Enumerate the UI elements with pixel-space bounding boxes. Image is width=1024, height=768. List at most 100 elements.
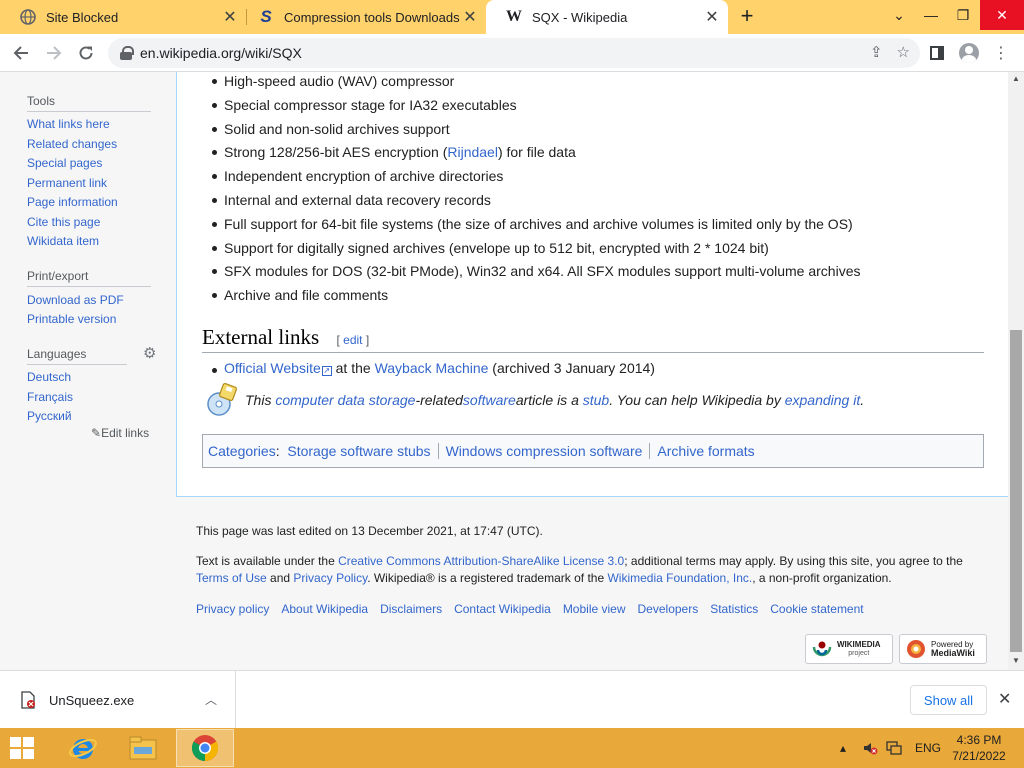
sidebar-link-wikidata-item[interactable]: Wikidata item [27, 234, 99, 248]
category-links: Categories: Storage software stubs Windo… [202, 434, 984, 468]
chevron-up-icon[interactable]: ︿ [205, 691, 217, 708]
tab-site-blocked[interactable]: Site Blocked ✕ [0, 0, 246, 34]
powered-by-mediawiki-badge[interactable]: Powered by MediaWiki [899, 634, 987, 664]
sidebar-link-lang-russian[interactable]: Русский [27, 409, 72, 423]
sidebar-link-printable-version[interactable]: Printable version [27, 312, 116, 326]
list-item: Internal and external data recovery reco… [211, 189, 860, 213]
file-explorer-icon[interactable] [114, 729, 172, 767]
scroll-down-arrow-icon[interactable]: ▼ [1010, 656, 1022, 666]
input-language[interactable]: ENG [915, 728, 941, 768]
wikimedia-project-badge[interactable]: WIKIMEDIA project [805, 634, 893, 664]
sidebar-link-what-links-here[interactable]: What links here [27, 117, 110, 131]
stub-link-expanding[interactable]: expanding it [785, 392, 861, 408]
windows-start-icon[interactable] [10, 737, 34, 759]
tab-sqx-wikipedia[interactable]: W SQX - Wikipedia ✕ [486, 0, 728, 34]
tab-title: Site Blocked [46, 9, 119, 25]
windows-taskbar: ▴ ENG 4:36 PM 7/21/2022 [0, 728, 1024, 768]
rijndael-link[interactable]: Rijndael [447, 144, 498, 160]
footer-link-developers[interactable]: Developers [638, 602, 699, 616]
sidebar-link-permanent-link[interactable]: Permanent link [27, 176, 107, 190]
category-windows-compression[interactable]: Windows compression software [446, 443, 643, 459]
category-storage-software-stubs[interactable]: Storage software stubs [287, 443, 430, 459]
globe-icon [20, 9, 36, 25]
close-tab-icon[interactable]: ✕ [702, 7, 722, 27]
close-download-bar-icon[interactable]: ✕ [998, 689, 1011, 709]
address-bar[interactable]: en.wikipedia.org/wiki/SQX ⇪ ☆ [108, 38, 920, 68]
lock-icon[interactable] [120, 46, 134, 60]
forward-icon[interactable] [41, 40, 67, 66]
profile-avatar[interactable] [956, 40, 982, 66]
storage-stub-icon [203, 382, 239, 418]
external-link-item: Official Website ↗ at the Wayback Machine… [212, 360, 655, 376]
network-icon[interactable] [886, 728, 902, 768]
tab-compression-tools[interactable]: S Compression tools Downloads ✕ [238, 0, 486, 34]
minimize-button[interactable]: — [914, 0, 948, 30]
stub-link-storage[interactable]: computer data storage [275, 392, 415, 408]
browser-toolbar: en.wikipedia.org/wiki/SQX ⇪ ☆ ⋮ [0, 34, 1024, 72]
external-links-heading: External links [ edit ] [202, 325, 984, 353]
softpedia-s-icon: S [260, 7, 272, 26]
new-tab-button[interactable]: + [734, 4, 760, 30]
sidebar-link-special-pages[interactable]: Special pages [27, 156, 102, 170]
edit-section-link[interactable]: edit [343, 333, 362, 347]
volume-muted-icon[interactable] [862, 728, 878, 768]
list-item: Archive and file comments [211, 284, 860, 308]
internet-explorer-icon[interactable] [54, 729, 112, 767]
official-website-link[interactable]: Official Website ↗ [224, 360, 332, 376]
footer-link-cookie-statement[interactable]: Cookie statement [770, 602, 863, 616]
url-text: en.wikipedia.org/wiki/SQX [140, 45, 302, 61]
close-tab-icon[interactable]: ✕ [220, 7, 240, 27]
tray-overflow-icon[interactable]: ▴ [840, 728, 846, 768]
chrome-taskbar-icon[interactable] [176, 729, 234, 767]
clock-date: 7/21/2022 [952, 749, 1006, 763]
mediawiki-flower-icon [907, 640, 925, 658]
sidebar-link-related-changes[interactable]: Related changes [27, 137, 117, 151]
close-window-button[interactable]: ✕ [980, 0, 1024, 30]
terms-of-use-link[interactable]: Terms of Use [196, 571, 267, 585]
sidebar-link-lang-deutsch[interactable]: Deutsch [27, 370, 71, 384]
side-panel-icon[interactable] [924, 40, 950, 66]
sidebar-link-cite-this-page[interactable]: Cite this page [27, 215, 100, 229]
footer-link-about-wikipedia[interactable]: About Wikipedia [281, 602, 368, 616]
list-item: Support for digitally signed archives (e… [211, 237, 860, 261]
wayback-machine-link[interactable]: Wayback Machine [375, 360, 489, 376]
list-item: Independent encryption of archive direct… [211, 165, 860, 189]
download-bar: UnSqueez.exe ︿ Show all ✕ [0, 670, 1024, 729]
download-item[interactable]: UnSqueez.exe ︿ [0, 671, 236, 729]
edit-links-button[interactable]: ✎Edit links [91, 426, 149, 440]
scroll-up-arrow-icon[interactable]: ▲ [1010, 74, 1022, 84]
wikimedia-foundation-link[interactable]: Wikimedia Foundation, Inc. [607, 571, 752, 585]
list-item: Special compressor stage for IA32 execut… [211, 94, 860, 118]
clock-time: 4:36 PM [956, 733, 1002, 747]
footer-link-privacy-policy[interactable]: Privacy policy [196, 602, 269, 616]
restore-button[interactable]: ❐ [946, 0, 980, 30]
stub-link-software[interactable]: software [463, 392, 516, 408]
footer-link-mobile-view[interactable]: Mobile view [563, 602, 626, 616]
languages-heading: Languages [27, 347, 127, 365]
privacy-policy-inline-link[interactable]: Privacy Policy [293, 571, 367, 585]
page-viewport: Tools What links here Related changes Sp… [0, 72, 1008, 670]
gear-icon[interactable]: ⚙ [143, 346, 157, 361]
reload-icon[interactable] [73, 40, 99, 66]
show-all-button[interactable]: Show all [910, 685, 987, 715]
category-separator [437, 443, 439, 459]
cc-license-link[interactable]: Creative Commons Attribution-ShareAlike … [338, 554, 624, 568]
stub-link-stub[interactable]: stub [583, 392, 609, 408]
categories-link[interactable]: Categories [208, 443, 276, 459]
sidebar-link-download-pdf[interactable]: Download as PDF [27, 293, 124, 307]
sidebar-link-page-information[interactable]: Page information [27, 195, 118, 209]
back-icon[interactable] [8, 40, 34, 66]
tab-search-icon[interactable]: ⌄ [882, 0, 916, 30]
bookmark-star-icon[interactable]: ☆ [897, 43, 910, 61]
footer-link-statistics[interactable]: Statistics [710, 602, 758, 616]
list-item: SFX modules for DOS (32-bit PMode), Win3… [211, 260, 860, 284]
menu-kebab-icon[interactable]: ⋮ [988, 40, 1014, 66]
footer-link-disclaimers[interactable]: Disclaimers [380, 602, 442, 616]
share-icon[interactable]: ⇪ [870, 43, 883, 61]
sidebar-link-lang-francais[interactable]: Français [27, 390, 73, 404]
system-clock[interactable]: 4:36 PM 7/21/2022 [944, 732, 1014, 764]
scrollbar-thumb[interactable] [1010, 330, 1022, 652]
category-archive-formats[interactable]: Archive formats [657, 443, 754, 459]
footer-link-contact-wikipedia[interactable]: Contact Wikipedia [454, 602, 551, 616]
close-tab-icon[interactable]: ✕ [460, 7, 480, 27]
